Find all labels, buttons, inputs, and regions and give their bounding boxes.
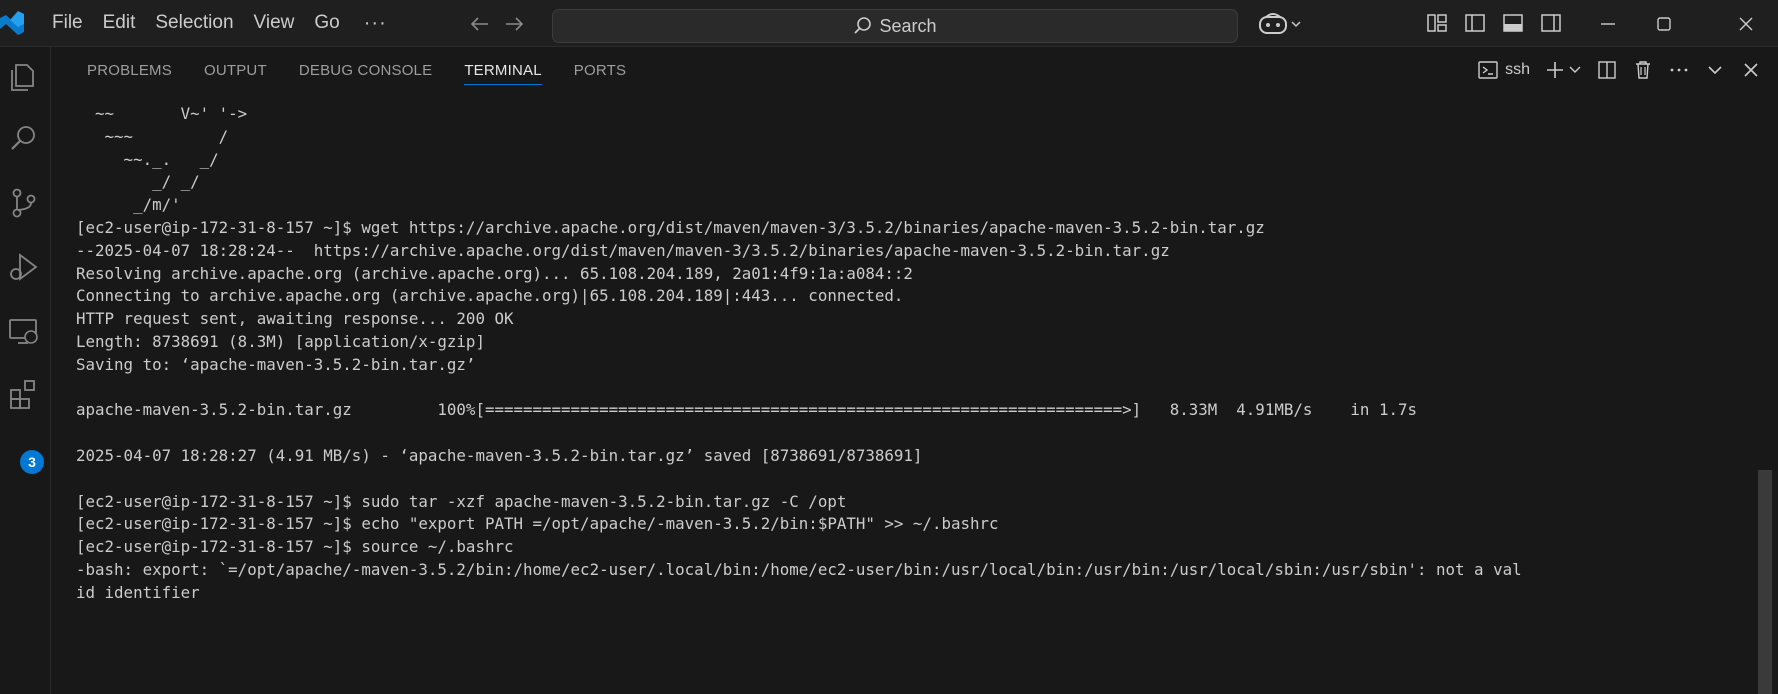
tab-terminal[interactable]: TERMINAL <box>464 47 543 95</box>
title-bar: File Edit Selection View Go ··· Search <box>0 0 1778 47</box>
close-window-icon[interactable] <box>1736 14 1756 34</box>
toggle-panel-icon[interactable] <box>1502 12 1524 34</box>
menu-file[interactable]: File <box>42 0 93 46</box>
new-terminal-icon[interactable] <box>1544 59 1566 81</box>
terminal-line: --2025-04-07 18:28:24-- https://archive.… <box>76 240 1170 260</box>
tab-debug-console[interactable]: DEBUG CONSOLE <box>299 47 432 95</box>
menu-more[interactable]: ··· <box>350 12 401 35</box>
search-icon <box>854 17 872 34</box>
terminal-line: ~~~ / <box>76 126 229 146</box>
collapse-panel-icon[interactable] <box>1704 59 1726 81</box>
copilot-icon[interactable] <box>1258 12 1304 36</box>
activity-bar: 3 <box>0 47 51 694</box>
run-debug-icon[interactable] <box>6 249 42 285</box>
terminal-line: [ec2-user@ip-172-31-8-157 ~]$ wget https… <box>76 217 1265 237</box>
terminal-line: ~~ V~' '-> <box>76 104 248 123</box>
terminal-line: HTTP request sent, awaiting response... … <box>76 309 514 329</box>
terminal-scrollbar[interactable] <box>1758 470 1772 694</box>
terminal-line: [ec2-user@ip-172-31-8-157 ~]$ source ~/.… <box>76 537 514 557</box>
toggle-primary-sidebar-icon[interactable] <box>1464 12 1486 34</box>
terminal-output[interactable]: ~~ V~' '-> ~~~ / ~~._. _/ _/ _/ _/m/' [ec… <box>76 103 1756 694</box>
terminal-line: _/ _/ <box>76 172 200 192</box>
terminal-line: apache-maven-3.5.2-bin.tar.gz 100%[=====… <box>76 400 1417 420</box>
panel-actions: ssh <box>1477 59 1762 81</box>
tab-output[interactable]: OUTPUT <box>204 47 267 95</box>
menu-edit[interactable]: Edit <box>93 0 146 46</box>
terminal-line: -bash: export: `=/opt/apache/-maven-3.5.… <box>76 559 1522 579</box>
terminal-line: [ec2-user@ip-172-31-8-157 ~]$ sudo tar -… <box>76 491 847 511</box>
terminal-line: Connecting to archive.apache.org (archiv… <box>76 286 904 306</box>
terminal-line: Resolving archive.apache.org (archive.ap… <box>76 263 913 283</box>
toggle-secondary-sidebar-icon[interactable] <box>1540 12 1562 34</box>
split-terminal-icon[interactable] <box>1596 59 1618 81</box>
terminal-line: 2025-04-07 18:28:27 (4.91 MB/s) - ‘apach… <box>76 445 923 465</box>
terminal-line: ~~._. _/ <box>76 149 219 169</box>
extensions-badge: 3 <box>20 450 44 474</box>
panel-header: PROBLEMS OUTPUT DEBUG CONSOLE TERMINAL P… <box>51 47 1778 95</box>
panel-tabs: PROBLEMS OUTPUT DEBUG CONSOLE TERMINAL P… <box>87 47 626 95</box>
search-icon[interactable] <box>6 121 42 157</box>
remote-explorer-icon[interactable] <box>6 313 42 349</box>
search-label: Search <box>879 15 937 36</box>
terminal-line: id identifier <box>76 582 200 602</box>
terminal-line: [ec2-user@ip-172-31-8-157 ~]$ echo "expo… <box>76 514 999 534</box>
menu-selection[interactable]: Selection <box>145 0 243 46</box>
command-center-search[interactable]: Search <box>552 9 1238 43</box>
terminal-line: Length: 8738691 (8.3M) [application/x-gz… <box>76 331 485 351</box>
maximize-icon[interactable] <box>1654 14 1674 34</box>
chevron-down-icon[interactable] <box>1568 59 1582 81</box>
tab-problems[interactable]: PROBLEMS <box>87 47 172 95</box>
terminal-name[interactable]: ssh <box>1505 61 1530 79</box>
trash-icon[interactable] <box>1632 59 1654 81</box>
tab-ports[interactable]: PORTS <box>574 47 626 95</box>
explorer-icon[interactable] <box>6 59 42 95</box>
vscode-logo-icon <box>0 11 24 35</box>
menu-bar: File Edit Selection View Go ··· <box>42 0 401 46</box>
source-control-icon[interactable] <box>6 185 42 221</box>
terminal-line: Saving to: ‘apache-maven-3.5.2-bin.tar.g… <box>76 354 476 374</box>
terminal-icon[interactable] <box>1477 59 1499 81</box>
forward-arrow-icon[interactable] <box>503 13 525 35</box>
extensions-icon[interactable] <box>6 377 42 413</box>
menu-view[interactable]: View <box>244 0 305 46</box>
minimize-icon[interactable] <box>1598 14 1618 34</box>
terminal-line: _/m/' <box>76 195 181 215</box>
back-arrow-icon[interactable] <box>469 13 491 35</box>
menu-go[interactable]: Go <box>304 0 349 46</box>
customize-layout-icon[interactable] <box>1426 12 1448 34</box>
layout-controls <box>1426 12 1562 34</box>
close-panel-icon[interactable] <box>1740 59 1762 81</box>
more-actions-icon[interactable] <box>1668 59 1690 81</box>
